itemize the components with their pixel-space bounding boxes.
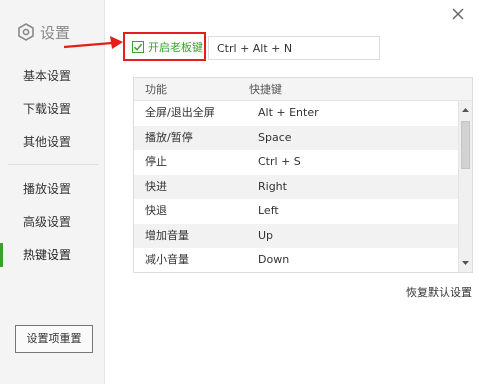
table-row[interactable]: 全屏/退出全屏 Alt + Enter <box>134 101 458 126</box>
table-header: 功能 快捷键 <box>134 78 472 101</box>
sidebar-item-download[interactable]: 下载设置 <box>0 94 104 124</box>
hotkey-table: 功能 快捷键 全屏/退出全屏 Alt + Enter 播放/暂停 Space 停止 C… <box>133 77 473 273</box>
sidebar-item-playback[interactable]: 播放设置 <box>0 174 104 204</box>
hotkey-cell: Space <box>258 130 292 144</box>
hotkey-cell: Down <box>258 253 290 266</box>
table-scrollbar[interactable] <box>458 101 472 272</box>
column-header-function: 功能 <box>145 83 167 96</box>
table-row[interactable]: 播放/暂停 Space <box>134 125 458 150</box>
table-row[interactable]: 快退 Left <box>134 199 458 224</box>
annotation-arrow-icon <box>63 36 123 49</box>
table-body: 全屏/退出全屏 Alt + Enter 播放/暂停 Space 停止 Ctrl + S… <box>134 101 458 272</box>
column-header-hotkey: 快捷键 <box>249 83 282 96</box>
function-cell: 停止 <box>145 155 167 168</box>
function-cell: 增加音量 <box>145 228 189 242</box>
sidebar-divider <box>8 164 98 165</box>
settings-window: 设置 基本设置 下载设置 其他设置 播放设置 高级设置 热键设置 设置项重置 开… <box>0 0 500 384</box>
boss-key-label: 开启老板键 <box>148 41 203 54</box>
hotkey-cell: Alt + Enter <box>258 106 319 119</box>
boss-key-highlight: 开启老板键 <box>123 32 206 61</box>
reset-settings-button[interactable]: 设置项重置 <box>15 325 93 353</box>
table-row[interactable]: 增加音量 Up <box>134 223 458 248</box>
table-row[interactable]: 停止 Ctrl + S <box>134 150 458 175</box>
function-cell: 快进 <box>145 179 167 193</box>
hotkey-cell: Up <box>258 228 274 242</box>
sidebar: 设置 基本设置 下载设置 其他设置 播放设置 高级设置 热键设置 设置项重置 <box>0 0 105 384</box>
hotkey-cell: Right <box>258 179 287 193</box>
hotkey-cell: Left <box>258 204 279 217</box>
boss-key-hotkey-input[interactable] <box>208 36 380 60</box>
sidebar-item-other[interactable]: 其他设置 <box>0 127 104 157</box>
sidebar-item-basic[interactable]: 基本设置 <box>0 61 104 91</box>
function-cell: 快退 <box>145 204 167 217</box>
close-icon[interactable] <box>450 6 466 22</box>
hotkey-cell: Ctrl + S <box>258 155 301 168</box>
sidebar-item-advanced[interactable]: 高级设置 <box>0 207 104 237</box>
table-row[interactable]: 减小音量 Down <box>134 248 458 272</box>
gear-icon <box>18 23 34 41</box>
scroll-down-icon[interactable] <box>459 256 472 270</box>
function-cell: 全屏/退出全屏 <box>145 106 215 119</box>
sidebar-item-hotkeys[interactable]: 热键设置 <box>0 240 104 270</box>
function-cell: 减小音量 <box>145 253 189 266</box>
scrollbar-thumb[interactable] <box>461 121 470 169</box>
scroll-up-icon[interactable] <box>459 103 472 117</box>
boss-key-checkbox[interactable] <box>132 41 144 53</box>
checkmark-icon <box>133 43 143 51</box>
table-row[interactable]: 快进 Right <box>134 174 458 199</box>
restore-defaults-link[interactable]: 恢复默认设置 <box>406 284 472 300</box>
function-cell: 播放/暂停 <box>145 130 193 144</box>
